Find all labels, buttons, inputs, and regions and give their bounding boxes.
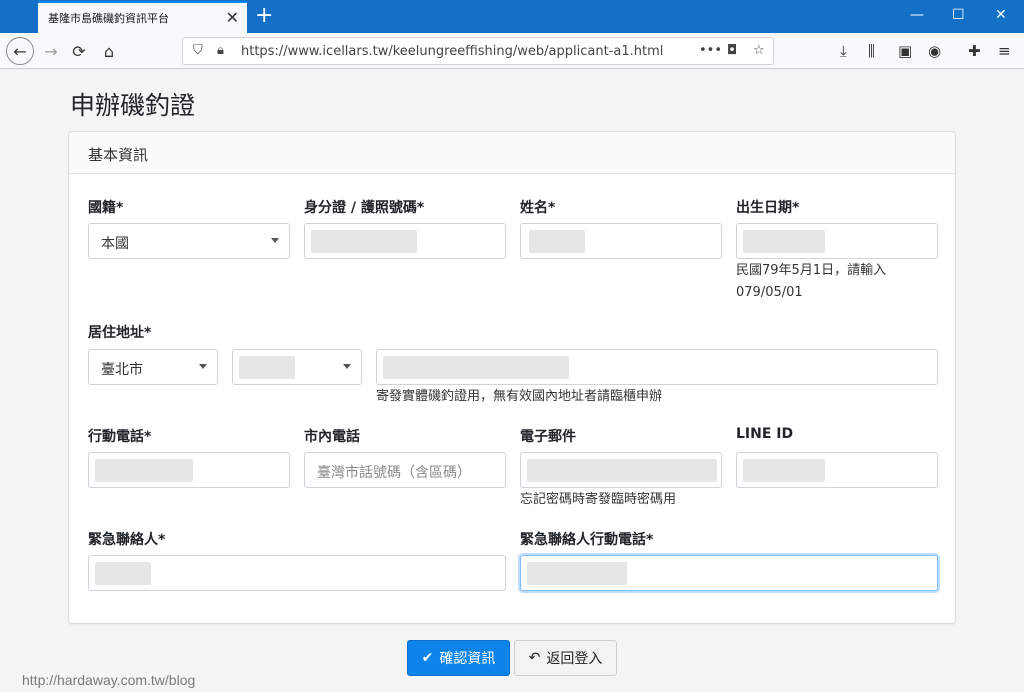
reload-icon[interactable]: ⟳ <box>66 38 92 64</box>
birthdate-label: 出生日期* <box>736 200 800 216</box>
maximize-button[interactable]: ☐ <box>952 6 965 24</box>
redacted-value <box>527 562 627 585</box>
address-input[interactable] <box>376 349 938 385</box>
name-label: 姓名* <box>520 200 556 216</box>
line-id-label: LINE ID <box>736 426 794 442</box>
mobile-input[interactable] <box>88 452 290 488</box>
landline-label: 市內電話 <box>304 429 360 445</box>
redacted-value <box>383 356 569 379</box>
library-icon[interactable]: ⫼ <box>868 42 875 60</box>
back-icon[interactable]: ← <box>6 37 34 65</box>
emergency-contact-input[interactable] <box>88 555 506 591</box>
home-icon[interactable]: ⌂ <box>96 38 122 64</box>
name-input[interactable] <box>520 223 722 259</box>
redacted-value <box>311 230 417 253</box>
tab-title: 基隆市島礁磯釣資訊平台 <box>48 12 169 25</box>
card-header: 基本資訊 <box>69 132 955 174</box>
mobile-label: 行動電話* <box>88 429 152 445</box>
sidebar-icon[interactable]: ▣ <box>898 42 912 60</box>
address-label: 居住地址* <box>88 325 152 341</box>
email-label: 電子郵件 <box>520 429 576 445</box>
email-help: 忘記密碼時寄發臨時密碼用 <box>520 492 677 507</box>
browser-navbar: ← → ⟳ ⌂ ⛉ 🔒︎ https://www.icellars.tw/kee… <box>0 33 1024 69</box>
chevron-down-icon <box>343 364 351 369</box>
chevron-down-icon <box>271 238 279 243</box>
redacted-value <box>239 356 295 379</box>
line-id-input[interactable] <box>736 452 938 488</box>
emergency-phone-label: 緊急聯絡人行動電話* <box>520 532 654 548</box>
city-value: 臺北市 <box>101 362 143 378</box>
browser-titlebar: 基隆市島礁磯釣資訊平台 ✕ + — ☐ ✕ <box>0 0 1024 33</box>
url-bar[interactable]: ⛉ 🔒︎ https://www.icellars.tw/keelungreef… <box>182 37 774 65</box>
menu-icon[interactable]: ≡ <box>998 42 1011 60</box>
extensions-icon[interactable]: ✚ <box>968 42 981 60</box>
download-icon[interactable]: ⤓ <box>840 42 847 60</box>
chevron-down-icon <box>199 364 207 369</box>
double-check-icon: ✔︎ <box>421 650 434 666</box>
tab-close-icon[interactable]: ✕ <box>226 9 239 27</box>
more-icon[interactable]: ••• <box>699 43 722 58</box>
emergency-contact-label: 緊急聯絡人* <box>88 532 166 548</box>
landline-placeholder: 臺灣市話號碼（含區碼） <box>317 465 471 481</box>
back-button-label: 返回登入 <box>546 651 603 667</box>
nationality-select[interactable]: 本國 <box>88 223 290 259</box>
address-help: 寄發實體磯釣證用，無有效國內地址者請臨櫃申辦 <box>376 389 663 404</box>
star-icon[interactable]: ☆ <box>753 43 765 58</box>
browser-tab[interactable]: 基隆市島礁磯釣資訊平台 ✕ <box>38 1 247 33</box>
shield-icon[interactable]: ⛉ <box>193 43 203 58</box>
account-icon[interactable]: ◉ <box>928 42 941 60</box>
city-select[interactable]: 臺北市 <box>88 349 218 385</box>
back-to-login-button[interactable]: ↶ 返回登入 <box>514 640 617 676</box>
email-input[interactable] <box>520 452 722 488</box>
landline-input[interactable]: 臺灣市話號碼（含區碼） <box>304 452 506 488</box>
confirm-button-label: 確認資訊 <box>439 651 496 667</box>
redacted-value <box>527 459 717 482</box>
watermark: http://hardaway.com.tw/blog <box>22 672 196 688</box>
id-number-label: 身分證 / 護照號碼* <box>304 200 425 216</box>
forward-icon[interactable]: → <box>38 38 64 64</box>
undo-arrow-icon: ↶ <box>528 650 541 666</box>
birthdate-input[interactable] <box>736 223 938 259</box>
redacted-value <box>743 230 825 253</box>
basic-info-card: 基本資訊 國籍* 本國 身分證 / 護照號碼* 姓名* 出生日期* 民國79年5… <box>68 131 956 624</box>
emergency-phone-input[interactable] <box>520 555 938 591</box>
nationality-value: 本國 <box>101 236 129 252</box>
redacted-value <box>529 230 585 253</box>
page-title: 申辦磯釣證 <box>70 91 196 120</box>
redacted-value <box>95 459 193 482</box>
nationality-label: 國籍* <box>88 200 124 216</box>
id-number-input[interactable] <box>304 223 506 259</box>
redacted-value <box>95 562 151 585</box>
birthdate-help: 民國79年5月1日，請輸入079/05/01 <box>736 263 887 300</box>
district-select[interactable] <box>232 349 362 385</box>
lock-icon[interactable]: 🔒︎ <box>217 43 224 58</box>
url-text[interactable]: https://www.icellars.tw/keelungreeffishi… <box>241 44 663 59</box>
confirm-button[interactable]: ✔︎ 確認資訊 <box>407 640 510 676</box>
close-window-button[interactable]: ✕ <box>995 6 1007 24</box>
redacted-value <box>743 459 825 482</box>
new-tab-button[interactable]: + <box>255 3 273 29</box>
pocket-icon[interactable]: ◘ <box>727 43 737 58</box>
page-content: 申辦磯釣證 基本資訊 國籍* 本國 身分證 / 護照號碼* 姓名* 出生日期* … <box>0 70 1024 692</box>
minimize-button[interactable]: — <box>910 6 924 24</box>
